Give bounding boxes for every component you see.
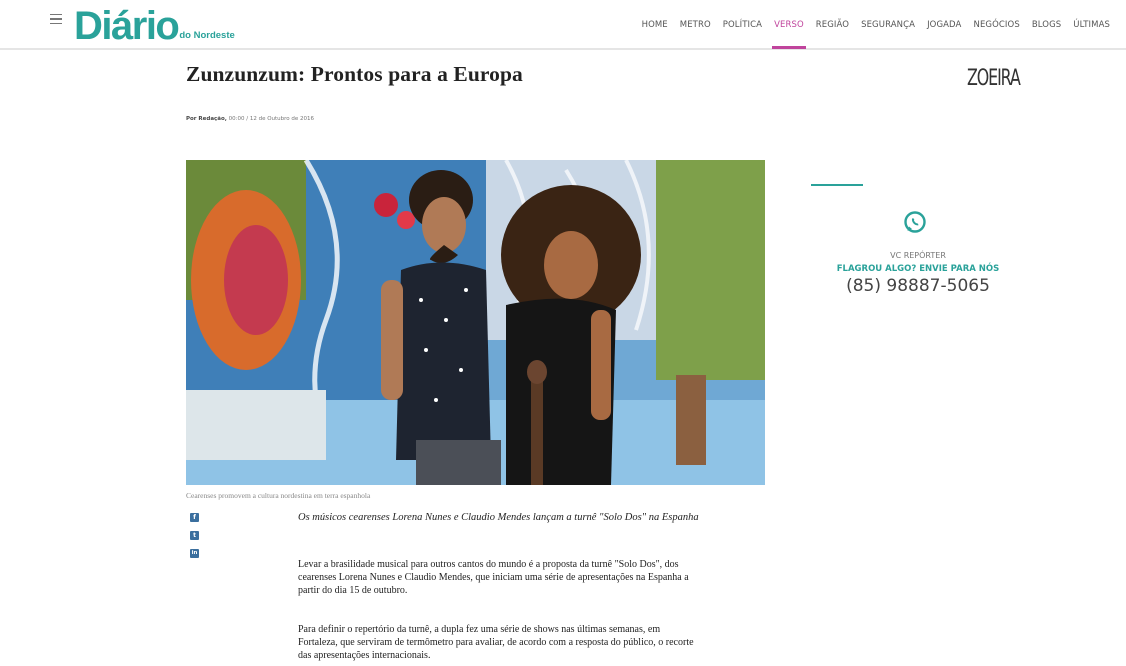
article-paragraph-2: Para definir o repertório da turnê, a du… xyxy=(298,624,694,662)
site-logo[interactable]: Diário do Nordeste xyxy=(74,2,235,46)
sidebar-divider xyxy=(811,184,863,186)
nav-regiao[interactable]: REGIÃO xyxy=(810,20,855,30)
byline-date: 00:00 / 12 de Outubro de 2016 xyxy=(226,116,315,122)
article-lead: Os músicos cearenses Lorena Nunes e Clau… xyxy=(298,512,699,523)
twitter-icon[interactable]: t xyxy=(190,531,199,540)
logo-wordmark: Diário xyxy=(74,4,180,48)
reporter-label: VC REPÓRTER xyxy=(890,251,946,260)
nav-home[interactable]: HOME xyxy=(636,20,674,30)
article-photo xyxy=(186,160,765,485)
linkedin-icon[interactable]: in xyxy=(190,549,199,558)
nav-jogada[interactable]: JOGADA xyxy=(921,20,967,30)
nav-seguranca[interactable]: SEGURANÇA xyxy=(855,20,921,30)
nav-politica[interactable]: POLÍTICA xyxy=(717,20,768,30)
logo-subtitle: do Nordeste xyxy=(179,30,235,41)
facebook-icon[interactable]: f xyxy=(190,513,199,522)
nav-ultimas[interactable]: ÚLTIMAS xyxy=(1067,20,1116,30)
byline-author: Por Redação, xyxy=(186,116,227,122)
nav-blogs[interactable]: BLOGS xyxy=(1026,20,1067,30)
article-paragraph-1: Levar a brasilidade musical para outros … xyxy=(298,559,689,597)
site-header: Diário do Nordeste HOME METRO POLÍTICA V… xyxy=(0,0,1126,50)
article-title: Zunzunzum: Prontos para a Europa xyxy=(186,62,523,86)
nav-verso[interactable]: VERSO xyxy=(768,20,810,49)
share-bar: f t in xyxy=(190,513,199,558)
whatsapp-icon[interactable] xyxy=(903,210,927,234)
reporter-phone[interactable]: (85) 98887-5065 xyxy=(818,276,1018,296)
reporter-cta-link[interactable]: FLAGROU ALGO? ENVIE PARA NÓS xyxy=(818,264,1018,274)
main-nav: HOME METRO POLÍTICA VERSO REGIÃO SEGURAN… xyxy=(636,20,1116,49)
hamburger-menu-icon[interactable] xyxy=(50,14,62,25)
article-byline: Por Redação, 00:00 / 12 de Outubro de 20… xyxy=(186,116,314,122)
sidebar-section-title[interactable]: ZOEIRA xyxy=(967,66,1021,91)
photo-caption: Cearenses promovem a cultura nordestina … xyxy=(186,491,371,500)
nav-metro[interactable]: METRO xyxy=(674,20,717,30)
nav-negocios[interactable]: NEGÓCIOS xyxy=(967,20,1025,30)
photo-illustration xyxy=(186,160,765,485)
